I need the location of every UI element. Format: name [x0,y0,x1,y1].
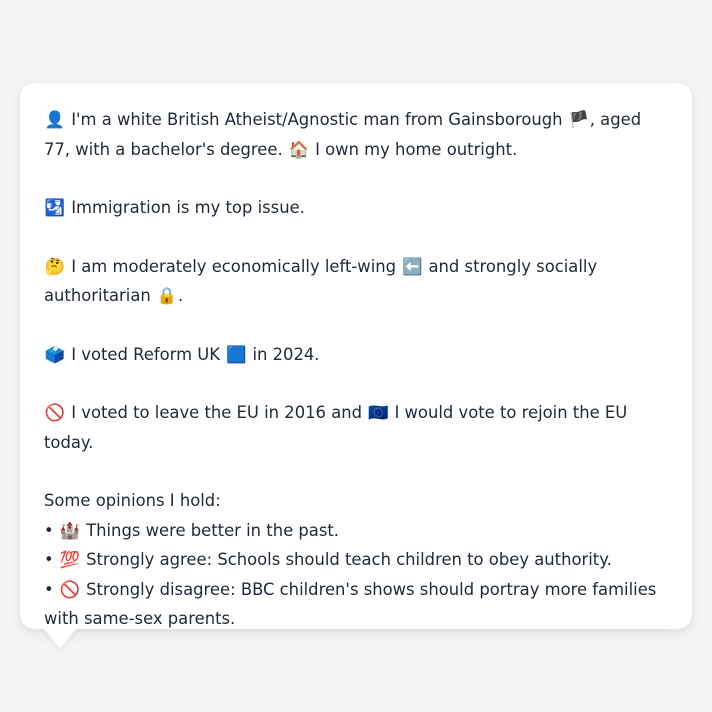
thinking-face-icon: 🤔 [44,256,66,276]
intro-paragraph: 👤 I'm a white British Atheist/Agnostic m… [44,105,668,164]
bullet-dot: • [44,579,54,599]
hundred-points-icon: 💯 [59,550,81,569]
lock-icon: 🔒 [156,286,178,305]
ballot-box-icon: 🗳️ [44,344,66,364]
opinion-text: Things were better in the past. [80,520,340,540]
vote-paragraph: 🗳️ I voted Reform UK 🟦 in 2024. [44,340,668,370]
opinions-section: Some opinions I hold: • 🏰 Things were be… [44,486,668,634]
bullet-dot: • [44,550,54,569]
passport-control-icon: 🛂 [44,198,66,217]
eu-flag-icon: 🇪🇺 [368,403,389,422]
opinion-item: • 🚫 Strongly disagree: BBC children's sh… [44,575,668,634]
ideology-text-c: . [177,286,184,305]
bust-icon: 👤 [44,110,66,129]
prohibited-icon: 🚫 [44,403,66,422]
persona-message-bubble: 👤 I'm a white British Atheist/Agnostic m… [20,83,692,629]
ideology-paragraph: 🤔 I am moderately economically left-wing… [44,252,668,311]
bubble-tail [42,627,78,648]
left-arrow-icon: ⬅️ [402,256,423,276]
house-icon: 🏠 [288,139,310,159]
opinion-item: • 🏰 Things were better in the past. [44,516,668,546]
top-issue-paragraph: 🛂 Immigration is my top issue. [44,193,668,223]
eu-paragraph: 🚫 I voted to leave the EU in 2016 and 🇪🇺… [44,398,668,457]
vote-text-a: I voted Reform UK [66,344,226,364]
prohibited-icon: 🚫 [59,579,81,599]
bullet-dot: • [44,520,54,540]
blue-square-icon: 🟦 [226,344,247,364]
england-flag-icon: 🏴 [568,110,589,129]
intro-text-a: I'm a white British Atheist/Agnostic man… [66,110,568,129]
opinion-text: Strongly disagree: BBC children's shows … [44,579,657,629]
opinion-item: • 💯 Strongly agree: Schools should teach… [44,545,668,575]
eu-text-a: I voted to leave the EU in 2016 and [66,403,368,422]
vote-text-b: in 2024. [247,344,320,364]
castle-icon: 🏰 [59,520,81,540]
opinions-heading: Some opinions I hold: [44,491,221,510]
intro-text-c: I own my home outright. [309,139,518,159]
top-issue-text: Immigration is my top issue. [66,198,305,217]
ideology-text-a: I am moderately economically left-wing [66,256,402,276]
opinion-text: Strongly agree: Schools should teach chi… [80,550,612,569]
